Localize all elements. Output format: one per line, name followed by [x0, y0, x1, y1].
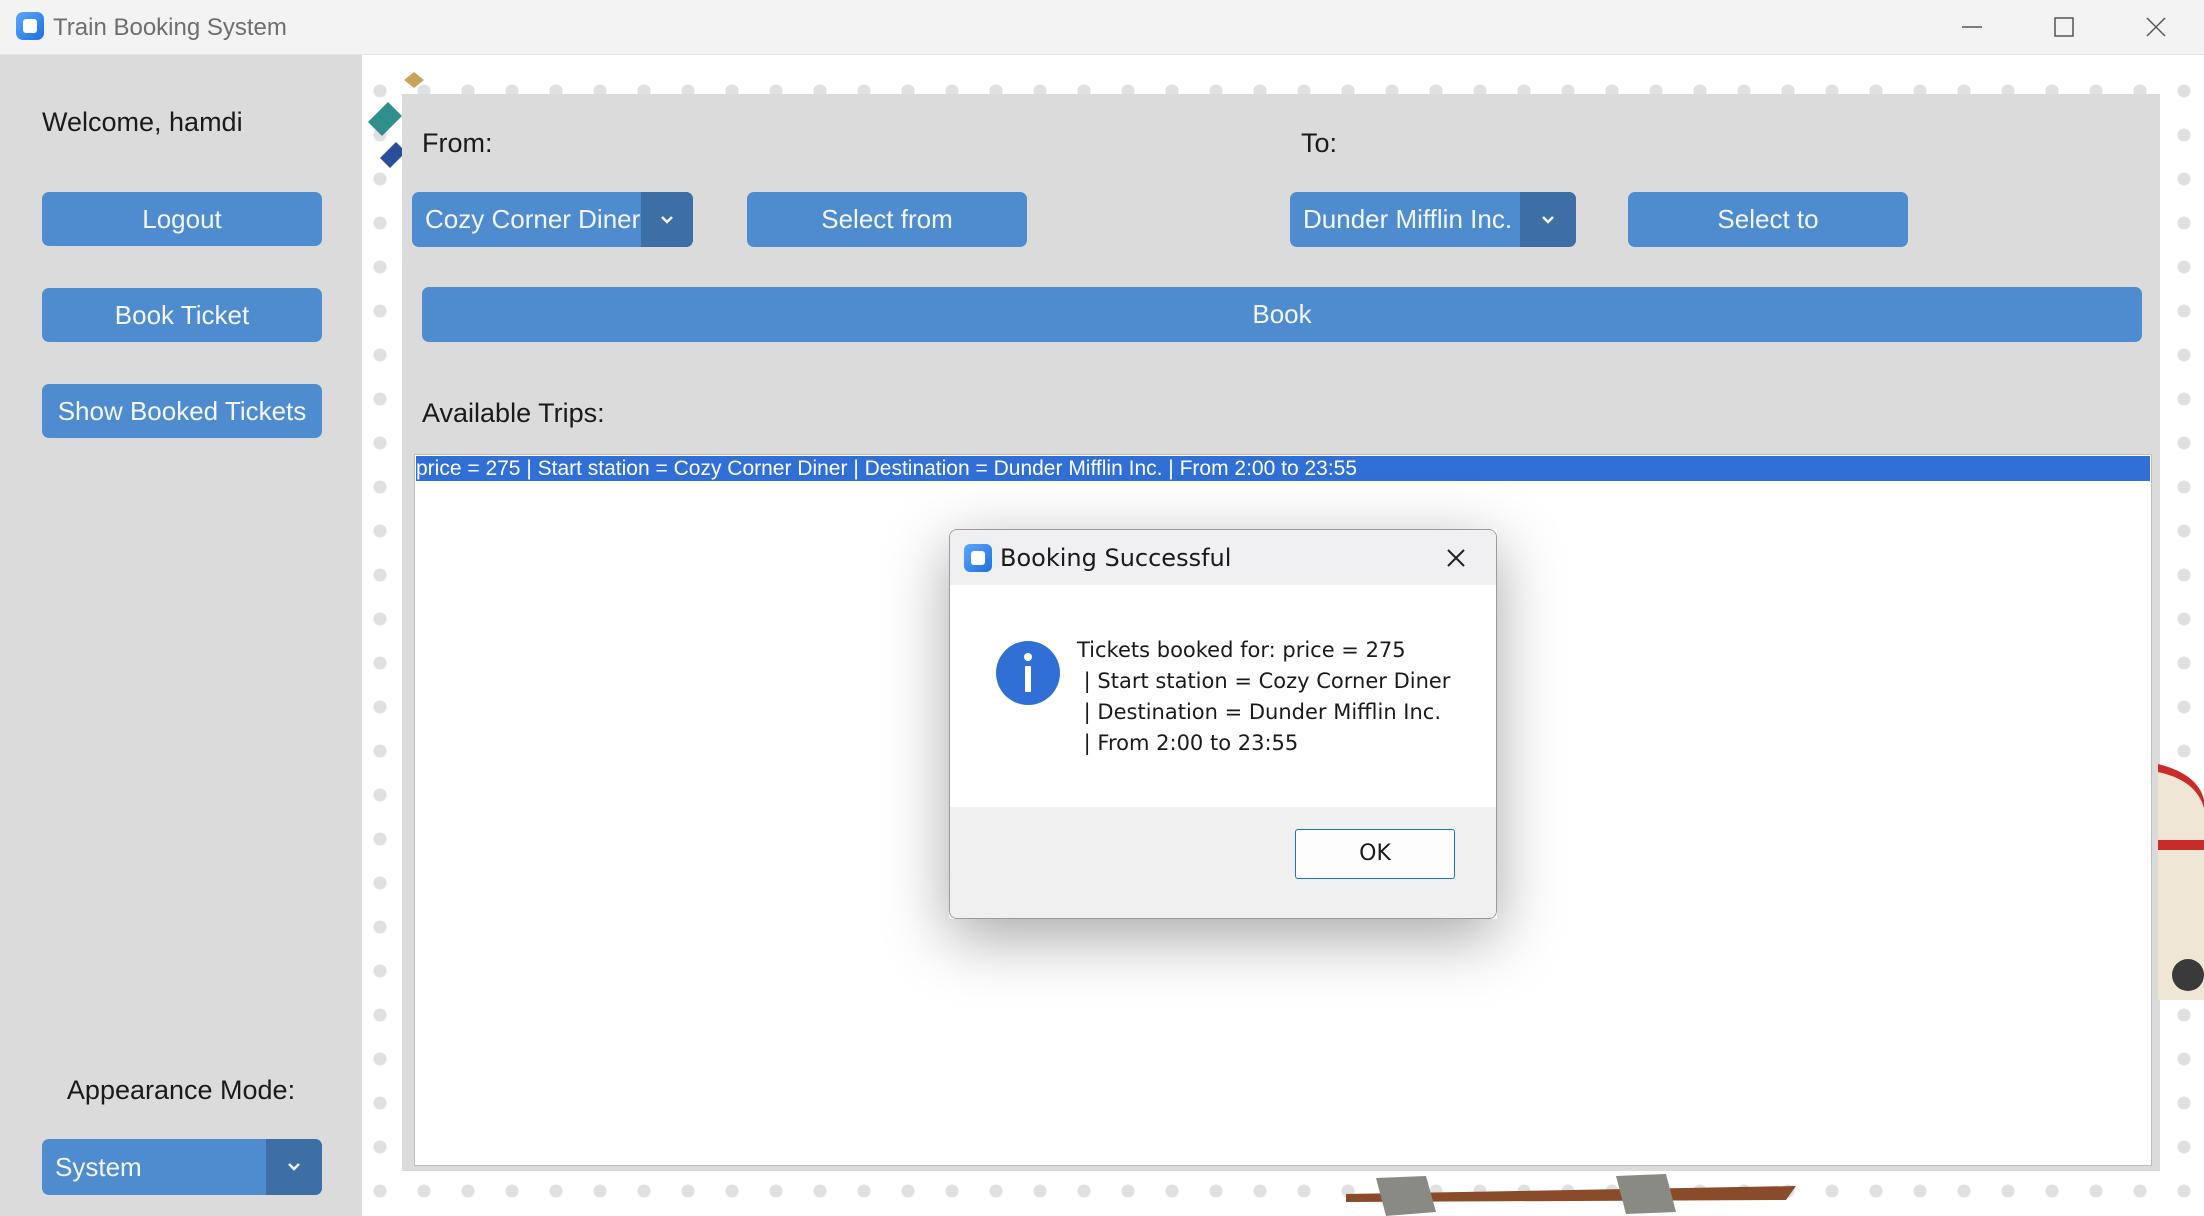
dialog-title-bar: Booking Successful: [950, 530, 1496, 585]
from-station-select[interactable]: Cozy Corner Diner: [412, 192, 693, 247]
book-button[interactable]: Book: [422, 287, 2142, 342]
maximize-icon: [2054, 17, 2074, 37]
dialog-message: Tickets booked for: price = 275 | Start …: [1077, 638, 1451, 755]
info-icon: [996, 641, 1060, 705]
book-ticket-button[interactable]: Book Ticket: [42, 288, 322, 342]
list-item[interactable]: price = 275 | Start station = Cozy Corne…: [416, 456, 2150, 481]
booking-successful-dialog: Booking Successful Tickets booked for: p…: [949, 529, 1497, 919]
from-label: From:: [422, 128, 493, 158]
chevron-down-icon[interactable]: [1520, 192, 1576, 247]
train-illustration-icon: [2158, 764, 2204, 1000]
logout-button[interactable]: Logout: [42, 192, 322, 246]
to-label: To:: [1301, 128, 1338, 158]
appearance-mode-select[interactable]: System: [42, 1139, 322, 1195]
dialog-close-button[interactable]: [1438, 542, 1474, 574]
minimize-icon: [1962, 26, 1982, 28]
minimize-button[interactable]: [1926, 0, 2018, 54]
select-to-button[interactable]: Select to: [1628, 192, 1908, 247]
close-window-button[interactable]: [2110, 0, 2202, 54]
window-title: Train Booking System: [53, 14, 287, 41]
sidebar: Welcome, hamdi Logout Book Ticket Show B…: [0, 55, 362, 1216]
appearance-mode-label: Appearance Mode:: [66, 1075, 296, 1105]
app-icon: [16, 12, 44, 40]
title-bar: Train Booking System: [0, 0, 2204, 55]
available-trips-label: Available Trips:: [422, 398, 605, 428]
welcome-text: Welcome, hamdi: [42, 107, 243, 137]
ok-button[interactable]: OK: [1295, 829, 1455, 879]
rail-illustration-icon: [1346, 1174, 1796, 1216]
maximize-button[interactable]: [2018, 0, 2110, 54]
dialog-footer: OK: [950, 807, 1496, 918]
select-from-button[interactable]: Select from: [747, 192, 1027, 247]
to-station-select[interactable]: Dunder Mifflin Inc.: [1290, 192, 1576, 247]
close-icon: [2146, 17, 2166, 37]
dialog-body: Tickets booked for: price = 275 | Start …: [950, 585, 1496, 807]
close-icon: [1447, 549, 1465, 567]
show-booked-tickets-button[interactable]: Show Booked Tickets: [42, 384, 322, 438]
to-station-value: Dunder Mifflin Inc.: [1303, 204, 1513, 234]
appearance-mode-value: System: [55, 1152, 142, 1182]
app-icon: [964, 544, 992, 572]
chevron-down-icon[interactable]: [641, 192, 693, 247]
chevron-down-icon[interactable]: [266, 1139, 322, 1195]
dialog-title: Booking Successful: [1000, 544, 1232, 572]
from-station-value: Cozy Corner Diner: [425, 204, 641, 234]
